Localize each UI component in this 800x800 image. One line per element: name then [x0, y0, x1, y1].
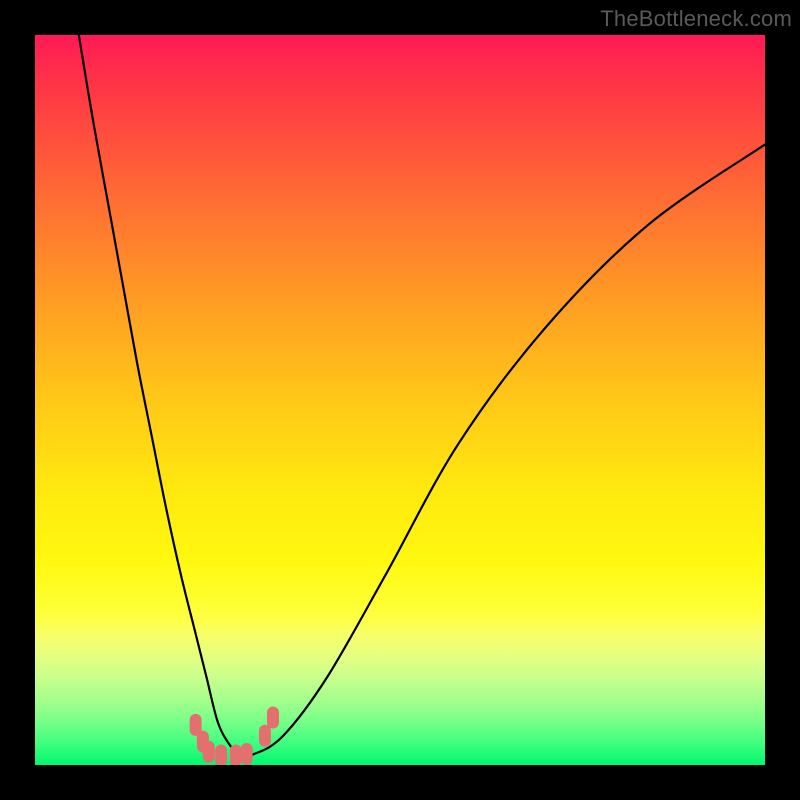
marker-right-cluster	[267, 707, 279, 729]
marker-floor-cluster	[241, 743, 253, 765]
bottleneck-curve	[79, 35, 765, 756]
plot-area	[35, 35, 765, 765]
marker-layer	[190, 707, 279, 765]
marker-right-cluster	[259, 725, 271, 747]
marker-floor-cluster	[215, 745, 227, 765]
curve-layer	[35, 35, 765, 765]
chart-frame: TheBottleneck.com	[0, 0, 800, 800]
marker-left-cluster	[203, 741, 215, 763]
watermark-text: TheBottleneck.com	[600, 6, 792, 32]
marker-floor-cluster	[230, 745, 242, 765]
